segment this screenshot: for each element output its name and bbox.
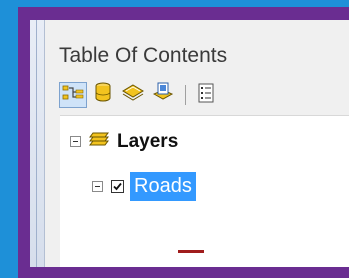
options-icon [197,83,215,108]
toc-tree: Layers Roads [60,115,349,267]
dock-strip [30,20,45,267]
list-by-source-icon [93,82,113,109]
collapse-roads-button[interactable] [92,181,103,192]
list-by-drawing-order-button[interactable] [59,82,87,108]
layers-icon [89,130,109,153]
table-of-contents-panel: Table Of Contents Layers Roads [45,20,349,267]
toolbar-separator [185,85,186,105]
checkmark-icon [113,182,122,191]
tree-row-layers[interactable]: Layers [70,130,178,153]
list-by-drawing-order-icon [62,83,84,108]
panel-title: Table Of Contents [59,44,228,67]
roads-line-symbol [178,250,204,253]
roads-layer-label[interactable]: Roads [130,172,196,201]
list-by-source-button[interactable] [89,82,117,108]
options-button[interactable] [192,82,220,108]
arcmap-window: Table Of Contents Layers Roads [30,20,349,267]
list-by-visibility-button[interactable] [119,82,147,108]
tree-row-roads[interactable]: Roads [92,172,196,201]
list-by-selection-icon [152,82,174,109]
list-by-selection-button[interactable] [149,82,177,108]
toc-toolbar [59,82,222,108]
layers-label: Layers [117,130,179,152]
list-by-visibility-icon [122,83,144,108]
roads-visibility-checkbox[interactable] [111,180,124,193]
collapse-layers-button[interactable] [70,136,81,147]
